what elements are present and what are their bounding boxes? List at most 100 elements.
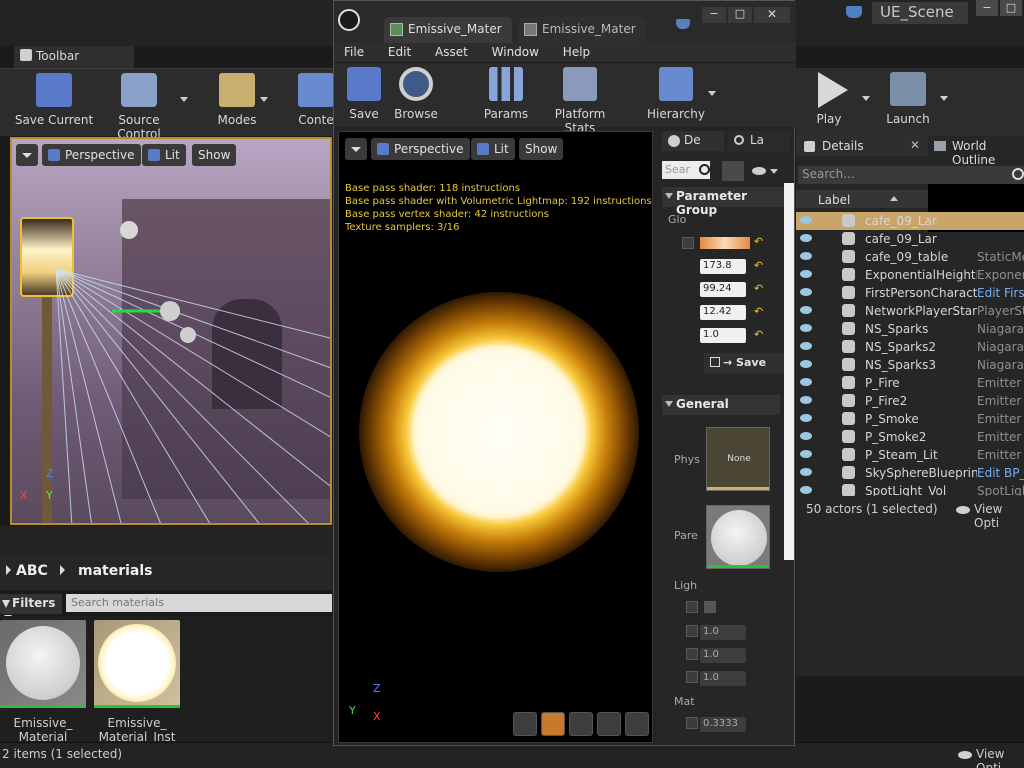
menu-window[interactable]: Window xyxy=(482,43,549,59)
value-field-a[interactable]: 1.0 xyxy=(700,328,746,343)
visibility-eye-icon[interactable] xyxy=(800,486,812,494)
reset-arrow-icon[interactable]: ↶ xyxy=(754,305,763,318)
play-button[interactable]: Play xyxy=(804,72,854,126)
params-button[interactable]: Params xyxy=(482,67,530,121)
lightmass-checkbox-2[interactable] xyxy=(704,601,716,613)
content-button[interactable]: Conte xyxy=(298,73,334,127)
outliner-row[interactable]: cafe_09_Lar xyxy=(796,212,1024,230)
reset-arrow-icon[interactable]: ↶ xyxy=(754,235,763,248)
visibility-eye-icon[interactable] xyxy=(800,342,812,350)
actor-type[interactable]: Edit Firs xyxy=(977,286,1024,300)
asset-emissive-material[interactable] xyxy=(0,620,86,708)
visibility-eye-icon[interactable] xyxy=(800,378,812,386)
teapot-preview-icon[interactable] xyxy=(625,712,649,736)
emitter-sprite-icon[interactable] xyxy=(180,327,196,343)
material-minimize-button[interactable]: − xyxy=(702,7,726,23)
cube-preview-icon[interactable] xyxy=(597,712,621,736)
tab-layers[interactable]: La xyxy=(728,131,790,151)
outliner-row[interactable]: cafe_09_table StaticMe xyxy=(796,248,1024,266)
content-search-input[interactable]: Search materials xyxy=(66,594,332,612)
value-field-r[interactable]: 173.8 xyxy=(700,259,746,274)
cylinder-preview-icon[interactable] xyxy=(513,712,537,736)
lightmass-value[interactable]: 1.0 xyxy=(700,625,746,640)
toolbar-tab[interactable]: Toolbar xyxy=(14,46,134,68)
preview-lit-button[interactable]: Lit xyxy=(471,138,515,160)
hierarchy-dropdown-icon[interactable] xyxy=(708,91,716,96)
path-folder-materials[interactable]: materials xyxy=(78,563,153,579)
outliner-row[interactable]: P_Fire Emitter xyxy=(796,374,1024,392)
outliner-row[interactable]: cafe_09_Lar xyxy=(796,230,1024,248)
parameter-groups-section[interactable]: Parameter Group xyxy=(662,187,792,217)
level-viewport[interactable]: Perspective Lit Show Z X Y xyxy=(10,137,332,525)
maximize-button[interactable]: □ xyxy=(1000,0,1022,16)
lightmass-value[interactable]: 1.0 xyxy=(700,671,746,686)
chevron-down-icon[interactable] xyxy=(770,169,778,174)
parent-material-thumbnail[interactable] xyxy=(706,505,770,569)
visibility-eye-icon[interactable] xyxy=(800,252,812,260)
filters-button[interactable]: Filters xyxy=(0,594,62,620)
visibility-eye-icon[interactable] xyxy=(800,450,812,458)
path-folder-abc[interactable]: ABC xyxy=(16,563,48,579)
platform-stats-button[interactable]: Platform Stats xyxy=(538,67,622,135)
outliner-row[interactable]: NS_Sparks3 NiagaraA xyxy=(796,356,1024,374)
lightmass-checkbox[interactable] xyxy=(686,625,698,637)
param-enable-checkbox[interactable] xyxy=(682,237,694,249)
tab-details[interactable]: De xyxy=(662,131,724,151)
menu-file[interactable]: File xyxy=(334,43,374,59)
preview-options-button[interactable] xyxy=(345,138,367,160)
visibility-eye-icon[interactable] xyxy=(800,414,812,422)
minimize-button[interactable]: − xyxy=(976,0,998,16)
outliner-row[interactable]: P_Smoke2 Emitter xyxy=(796,428,1024,446)
outliner-row[interactable]: NS_Sparks NiagaraA xyxy=(796,320,1024,338)
lightmass-checkbox[interactable] xyxy=(686,601,698,613)
asset-emissive-material-instance[interactable] xyxy=(94,620,180,708)
lightmass-checkbox[interactable] xyxy=(686,671,698,683)
tab-emissive-material-instance[interactable]: Emissive_Mater xyxy=(518,17,646,43)
outliner-row[interactable]: P_Smoke Emitter xyxy=(796,410,1024,428)
reset-arrow-icon[interactable]: ↶ xyxy=(754,259,763,272)
color-swatch[interactable] xyxy=(700,237,750,249)
tab-world-outliner[interactable]: World Outline xyxy=(928,136,1024,167)
graduation-cap-icon[interactable] xyxy=(846,6,862,18)
scene-tab[interactable]: UE_Scene xyxy=(872,2,968,24)
tab-details[interactable]: Details ✕ xyxy=(798,136,922,156)
outliner-row[interactable]: NS_Sparks2 NiagaraA xyxy=(796,338,1024,356)
visibility-eye-icon[interactable] xyxy=(800,234,812,242)
visibility-eye-icon[interactable] xyxy=(800,396,812,404)
visibility-eye-icon[interactable] xyxy=(800,324,812,332)
lightmass-checkbox[interactable] xyxy=(686,648,698,660)
view-options-button[interactable]: View Opti xyxy=(974,502,1024,530)
modes-button[interactable]: Modes xyxy=(214,73,260,127)
grid-view-icon[interactable] xyxy=(722,161,744,181)
eye-icon[interactable] xyxy=(752,167,766,175)
menu-asset[interactable]: Asset xyxy=(425,43,478,59)
visibility-eye-icon[interactable] xyxy=(800,432,812,440)
sphere-preview-icon[interactable] xyxy=(541,712,565,736)
visibility-eye-icon[interactable] xyxy=(800,270,812,278)
reset-arrow-icon[interactable]: ↶ xyxy=(754,282,763,295)
visibility-eye-icon[interactable] xyxy=(800,216,812,224)
material-property-value[interactable]: 0.3333 xyxy=(700,717,746,732)
source-control-button[interactable]: Source Control xyxy=(96,73,182,141)
menu-help[interactable]: Help xyxy=(553,43,600,59)
source-control-dropdown-icon[interactable] xyxy=(180,97,188,102)
save-sibling-button[interactable]: → Save xyxy=(704,353,784,373)
visibility-eye-icon[interactable] xyxy=(800,360,812,368)
viewport-options-button[interactable] xyxy=(16,144,38,166)
play-dropdown-icon[interactable] xyxy=(862,96,870,101)
reset-arrow-icon[interactable]: ↶ xyxy=(754,328,763,341)
material-preview-viewport[interactable]: Perspective Lit Show Base pass shader: 1… xyxy=(338,131,653,743)
visibility-eye-icon[interactable] xyxy=(800,306,812,314)
value-field-g[interactable]: 99.24 xyxy=(700,282,746,297)
show-button[interactable]: Show xyxy=(192,144,237,166)
emitter-sprite-icon[interactable] xyxy=(120,221,138,239)
outliner-row[interactable]: P_Steam_Lit Emitter xyxy=(796,446,1024,464)
outliner-search-input[interactable]: Search... xyxy=(798,166,1024,184)
actor-type[interactable]: Edit BP_ xyxy=(977,466,1024,480)
launch-dropdown-icon[interactable] xyxy=(940,96,948,101)
visibility-eye-icon[interactable] xyxy=(800,288,812,296)
outliner-row[interactable]: ExponentialHeightFoExponent xyxy=(796,266,1024,284)
material-property-checkbox[interactable] xyxy=(686,717,698,729)
outliner-row[interactable]: NetworkPlayerStartPlayerSta xyxy=(796,302,1024,320)
scrollbar-track[interactable] xyxy=(784,183,794,560)
